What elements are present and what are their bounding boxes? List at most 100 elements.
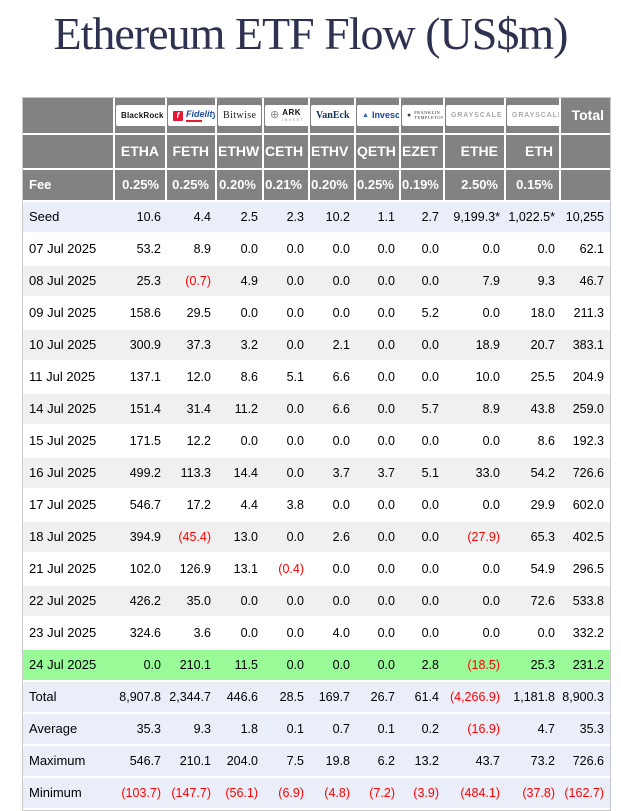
value-cell: 0.0: [356, 522, 401, 554]
value-cell: 0.0: [264, 298, 310, 330]
value-cell: (6.9): [264, 778, 310, 810]
value-cell: (162.7): [561, 778, 610, 810]
value-cell: (0.4): [264, 554, 310, 586]
value-cell: 0.0: [356, 618, 401, 650]
value-cell: 7.9: [445, 266, 506, 298]
value-cell: 158.6: [115, 298, 167, 330]
row-label: 09 Jul 2025: [23, 298, 115, 330]
issuer-header-cell: VanEck: [310, 98, 356, 135]
value-cell: 43.8: [506, 394, 561, 426]
value-cell: 35.3: [561, 714, 610, 746]
value-cell: 65.3: [506, 522, 561, 554]
value-cell: 29.9: [506, 490, 561, 522]
ticker-cell: CETH: [264, 135, 310, 170]
value-cell: 0.0: [506, 234, 561, 266]
row-label: 14 Jul 2025: [23, 394, 115, 426]
value-cell: (4,266.9): [445, 682, 506, 714]
value-cell: 0.0: [401, 234, 445, 266]
row-label: 18 Jul 2025: [23, 522, 115, 554]
value-cell: 8.9: [445, 394, 506, 426]
issuer-header-cell: GRAYSCALE: [445, 98, 506, 135]
value-cell: 4.0: [310, 618, 356, 650]
ticker-cell: QETH: [356, 135, 401, 170]
ticker-cell: ETHE: [445, 135, 506, 170]
ark-globe-icon: ⊕: [270, 110, 279, 121]
value-cell: (4.8): [310, 778, 356, 810]
value-cell: 2.1: [310, 330, 356, 362]
value-cell: 9.3: [506, 266, 561, 298]
row-label: 23 Jul 2025: [23, 618, 115, 650]
value-cell: 324.6: [115, 618, 167, 650]
bitwise-logo: Bitwise: [218, 105, 261, 126]
value-cell: 0.0: [264, 394, 310, 426]
value-cell: 5.1: [401, 458, 445, 490]
value-cell: 259.0: [561, 394, 610, 426]
row-label: 17 Jul 2025: [23, 490, 115, 522]
fidelity-wordmark: Fidelity: [186, 110, 217, 122]
value-cell: 10.2: [310, 202, 356, 234]
value-cell: 20.7: [506, 330, 561, 362]
table-row: Total8,907.82,344.7446.628.5169.726.761.…: [23, 682, 610, 714]
value-cell: 8.9: [167, 234, 217, 266]
value-cell: 73.2: [506, 746, 561, 778]
value-cell: 0.0: [445, 618, 506, 650]
table-row: 07 Jul 202553.28.90.00.00.00.00.00.00.06…: [23, 234, 610, 266]
ticker-cell: FETH: [167, 135, 217, 170]
value-cell: 211.3: [561, 298, 610, 330]
value-cell: 0.0: [445, 490, 506, 522]
value-cell: 37.3: [167, 330, 217, 362]
value-cell: 0.7: [310, 714, 356, 746]
value-cell: 0.0: [401, 586, 445, 618]
fidelity-f-icon: f: [173, 111, 183, 121]
value-cell: 61.4: [401, 682, 445, 714]
invesco-logo: ▲Invesco: [357, 105, 401, 126]
value-cell: 192.3: [561, 426, 610, 458]
table-row: 15 Jul 2025171.512.20.00.00.00.00.00.08.…: [23, 426, 610, 458]
value-cell: 137.1: [115, 362, 167, 394]
value-cell: 0.0: [217, 234, 264, 266]
value-cell: 1,022.5*: [506, 202, 561, 234]
invesco-triangle-icon: ▲: [362, 112, 369, 119]
value-cell: 0.0: [310, 554, 356, 586]
value-cell: 5.1: [264, 362, 310, 394]
header-corner-cell: [23, 98, 115, 135]
value-cell: 0.0: [310, 490, 356, 522]
row-label: 11 Jul 2025: [23, 362, 115, 394]
table-row: 11 Jul 2025137.112.08.65.16.60.00.010.02…: [23, 362, 610, 394]
value-cell: 0.0: [445, 234, 506, 266]
value-cell: 0.0: [264, 330, 310, 362]
row-label: 16 Jul 2025: [23, 458, 115, 490]
value-cell: 2,344.7: [167, 682, 217, 714]
value-cell: 19.8: [310, 746, 356, 778]
value-cell: 0.1: [264, 714, 310, 746]
table-row: 16 Jul 2025499.2113.314.40.03.73.75.133.…: [23, 458, 610, 490]
value-cell: 0.0: [356, 234, 401, 266]
fee-cell: 0.25%: [167, 170, 217, 202]
grayscale2-logo: GRAYSCALE: [507, 105, 561, 126]
logo-text: Bitwise: [223, 111, 256, 121]
value-cell: 394.9: [115, 522, 167, 554]
value-cell: 383.1: [561, 330, 610, 362]
value-cell: 546.7: [115, 746, 167, 778]
fidelity-red-bar: [186, 120, 202, 122]
value-cell: 17.2: [167, 490, 217, 522]
value-cell: 0.0: [310, 298, 356, 330]
table-row: 18 Jul 2025394.9(45.4)13.00.02.60.00.0(2…: [23, 522, 610, 554]
value-cell: 4.9: [217, 266, 264, 298]
logo-text: GRAYSCALE: [451, 112, 502, 119]
value-cell: 2.3: [264, 202, 310, 234]
ticker-row-spacer: [561, 135, 610, 170]
issuer-header-cell: BlackRock: [115, 98, 167, 135]
value-cell: 3.8: [264, 490, 310, 522]
value-cell: 0.0: [310, 426, 356, 458]
value-cell: 62.1: [561, 234, 610, 266]
value-cell: 0.0: [115, 650, 167, 682]
value-cell: 0.0: [264, 234, 310, 266]
value-cell: 726.6: [561, 746, 610, 778]
value-cell: 54.9: [506, 554, 561, 586]
value-cell: 0.0: [356, 266, 401, 298]
fee-cell: 0.25%: [356, 170, 401, 202]
value-cell: 0.0: [445, 586, 506, 618]
value-cell: 151.4: [115, 394, 167, 426]
table-row: 21 Jul 2025102.0126.913.1(0.4)0.00.00.00…: [23, 554, 610, 586]
